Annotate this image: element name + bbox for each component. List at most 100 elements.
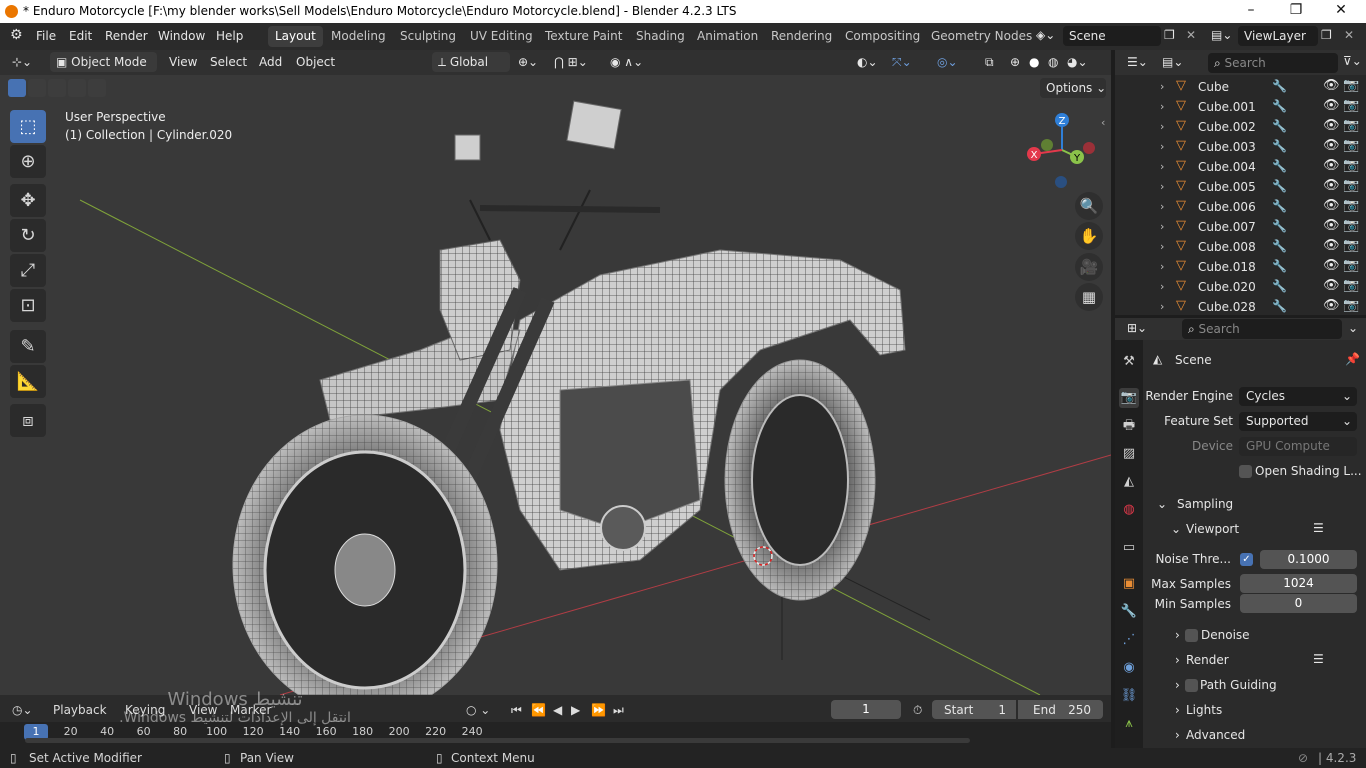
render-camera-icon[interactable]: 📷 <box>1343 238 1359 253</box>
scale-tool-icon[interactable]: ⤢ <box>10 254 46 287</box>
scene-name-field[interactable]: Scene <box>1063 26 1161 46</box>
menu-file[interactable]: File <box>36 29 56 43</box>
tab-texture-paint[interactable]: Texture Paint <box>538 26 629 47</box>
view-layer-tab-icon[interactable]: ▨ <box>1119 444 1139 464</box>
proportional-edit-icon[interactable]: ◉ ∧⌄ <box>610 55 643 69</box>
modifier-wrench-icon[interactable]: 🔧 <box>1272 219 1287 233</box>
minimize-button[interactable]: – <box>1236 2 1266 20</box>
expand-chevron-icon[interactable]: › <box>1160 280 1164 293</box>
tab-sculpting[interactable]: Sculpting <box>393 26 463 47</box>
select-extend-button[interactable] <box>28 79 46 97</box>
zoom-icon[interactable]: 🔍 <box>1075 192 1103 220</box>
navigation-gizmo[interactable]: Z Y X <box>1022 110 1102 190</box>
denoise-checkbox[interactable] <box>1185 629 1198 642</box>
rotate-tool-icon[interactable]: ↻ <box>10 219 46 252</box>
visibility-eye-icon[interactable]: 👁 <box>1323 118 1340 133</box>
render-camera-icon[interactable]: 📷 <box>1343 158 1359 173</box>
transform-tool-icon[interactable]: ⊡ <box>10 289 46 322</box>
modifier-wrench-icon[interactable]: 🔧 <box>1272 159 1287 173</box>
modifier-wrench-icon[interactable]: 🔧 <box>1272 259 1287 273</box>
object-tab-icon[interactable]: ▣ <box>1119 574 1139 594</box>
visibility-eye-icon[interactable]: 👁 <box>1323 298 1340 313</box>
visibility-eye-icon[interactable]: 👁 <box>1323 78 1340 93</box>
modifier-wrench-icon[interactable]: 🔧 <box>1272 79 1287 93</box>
collection-tab-icon[interactable]: ▭ <box>1119 538 1139 558</box>
ortho-grid-icon[interactable]: ▦ <box>1075 283 1103 311</box>
outliner-item[interactable]: › ▽ Cube.004 🔧 👁 📷 <box>1115 157 1366 177</box>
outliner-editor-type-icon[interactable]: ☰⌄ <box>1127 55 1148 69</box>
modifier-wrench-icon[interactable]: 🔧 <box>1272 99 1287 113</box>
render-camera-icon[interactable]: 📷 <box>1343 218 1359 233</box>
sampling-section-header[interactable]: Sampling <box>1177 497 1233 511</box>
render-subsection-header[interactable]: Render <box>1186 653 1229 667</box>
render-camera-icon[interactable]: 📷 <box>1343 98 1359 113</box>
device-dropdown[interactable]: GPU Compute <box>1239 437 1357 456</box>
world-tab-icon[interactable]: ◍ <box>1119 500 1139 520</box>
tab-uv-editing[interactable]: UV Editing <box>463 26 540 47</box>
outliner-search-input[interactable]: ⌕ Search <box>1208 53 1338 73</box>
camera-view-icon[interactable]: 🎥 <box>1075 253 1103 281</box>
viewport-menu-select[interactable]: Select <box>210 55 247 69</box>
menu-render[interactable]: Render <box>105 29 148 43</box>
modifier-wrench-icon[interactable]: 🔧 <box>1272 119 1287 133</box>
close-button[interactable]: ✕ <box>1326 2 1356 20</box>
modifier-wrench-icon[interactable]: 🔧 <box>1272 299 1287 313</box>
expand-chevron-icon[interactable]: › <box>1160 80 1164 93</box>
new-view-layer-icon[interactable]: ❐ <box>1321 28 1332 42</box>
outliner-item[interactable]: › ▽ Cube.028 🔧 👁 📷 <box>1115 297 1366 313</box>
render-camera-icon[interactable]: 📷 <box>1343 298 1359 313</box>
filter-icon[interactable]: ⊽⌄ <box>1343 54 1362 68</box>
render-camera-icon[interactable]: 📷 <box>1343 198 1359 213</box>
open-shading-checkbox[interactable] <box>1239 465 1252 478</box>
tab-layout[interactable]: Layout <box>268 26 323 47</box>
max-samples-field[interactable]: 1024 <box>1240 574 1357 593</box>
visibility-eye-icon[interactable]: 👁 <box>1323 278 1340 293</box>
outliner-item[interactable]: › ▽ Cube.006 🔧 👁 📷 <box>1115 197 1366 217</box>
editor-type-icon[interactable]: ⊹⌄ <box>12 55 32 69</box>
measure-tool-icon[interactable]: 📐 <box>10 365 46 398</box>
scene-selector-icon[interactable]: ◈⌄ <box>1036 28 1055 42</box>
shading-solid-icon[interactable]: ● <box>1029 55 1039 69</box>
properties-editor-type-icon[interactable]: ⊞⌄ <box>1127 321 1147 335</box>
maximize-button[interactable]: ❐ <box>1281 2 1311 20</box>
outliner-item[interactable]: › ▽ Cube.005 🔧 👁 📷 <box>1115 177 1366 197</box>
visibility-eye-icon[interactable]: 👁 <box>1323 138 1340 153</box>
properties-search-input[interactable]: ⌕ Search <box>1182 319 1342 339</box>
properties-options-icon[interactable]: ⌄ <box>1348 321 1358 335</box>
render-camera-icon[interactable]: 📷 <box>1343 138 1359 153</box>
modifier-tab-icon[interactable]: 🔧 <box>1119 602 1139 622</box>
expand-chevron-icon[interactable]: › <box>1160 120 1164 133</box>
snap-icon[interactable]: ⋂ ⊞⌄ <box>554 55 588 69</box>
delete-view-layer-icon[interactable]: ✕ <box>1344 28 1354 42</box>
expand-chevron-icon[interactable]: › <box>1160 240 1164 253</box>
modifier-wrench-icon[interactable]: 🔧 <box>1272 239 1287 253</box>
render-camera-icon[interactable]: 📷 <box>1343 278 1359 293</box>
advanced-section-header[interactable]: Advanced <box>1186 728 1245 742</box>
physics-tab-icon[interactable]: ◉ <box>1119 658 1139 678</box>
pivot-point-icon[interactable]: ⊕⌄ <box>518 55 538 69</box>
menu-edit[interactable]: Edit <box>69 29 92 43</box>
select-invert-button[interactable] <box>68 79 86 97</box>
visibility-eye-icon[interactable]: 👁 <box>1323 178 1340 193</box>
tool-tab-icon[interactable]: ⚒ <box>1119 352 1139 372</box>
mode-selector[interactable]: ▣ Object Mode <box>50 52 157 72</box>
outliner-item[interactable]: › ▽ Cube.007 🔧 👁 📷 <box>1115 217 1366 237</box>
path-guiding-section-header[interactable]: Path Guiding <box>1200 678 1277 692</box>
visibility-eye-icon[interactable]: 👁 <box>1323 198 1340 213</box>
shading-wireframe-icon[interactable]: ⊕ <box>1010 55 1020 69</box>
options-dropdown[interactable]: Options ⌄ <box>1040 78 1106 98</box>
cursor-tool-icon[interactable]: ⊕ <box>10 145 46 178</box>
timeline-scrollbar[interactable] <box>25 738 970 743</box>
expand-chevron-icon[interactable]: › <box>1160 200 1164 213</box>
tab-modeling[interactable]: Modeling <box>324 26 393 47</box>
delete-scene-icon[interactable]: ✕ <box>1186 28 1196 42</box>
transform-orientation-selector[interactable]: ⟂ Global <box>432 52 510 72</box>
render-tab-icon[interactable]: 📷 <box>1119 388 1139 408</box>
viewport-menu-add[interactable]: Add <box>259 55 282 69</box>
expand-chevron-icon[interactable]: › <box>1160 160 1164 173</box>
outliner-item[interactable]: › ▽ Cube.002 🔧 👁 📷 <box>1115 117 1366 137</box>
gizmo-toggle-icon[interactable]: ⤧⌄ <box>892 55 912 70</box>
feature-set-dropdown[interactable]: Supported ⌄ <box>1239 412 1357 431</box>
viewport-menu-view[interactable]: View <box>169 55 197 69</box>
visibility-eye-icon[interactable]: 👁 <box>1323 98 1340 113</box>
